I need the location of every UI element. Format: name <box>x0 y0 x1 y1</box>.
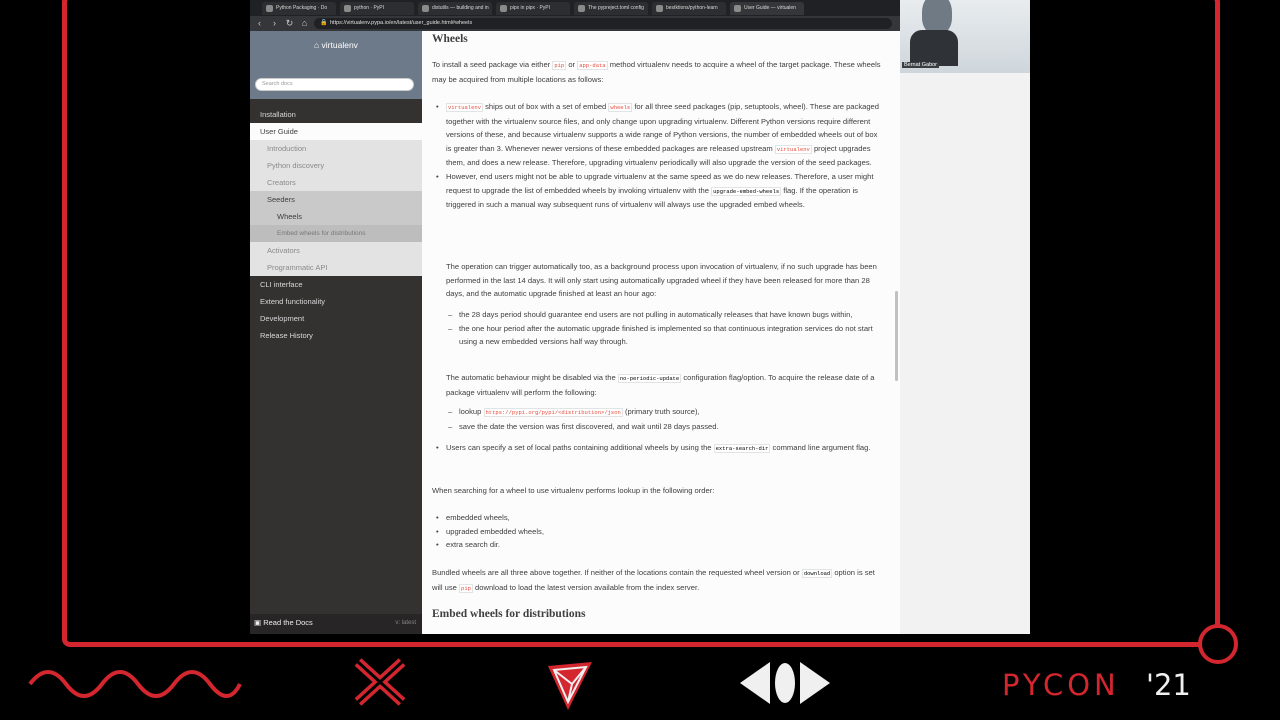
eye-logo-icon <box>740 662 830 704</box>
pycon-wordmark: PYCON <box>1002 668 1120 702</box>
list-item: the one hour period after the automatic … <box>446 322 876 349</box>
pycon-year: '21 <box>1146 668 1191 702</box>
sidebar-item-activators[interactable]: Activators <box>250 242 422 259</box>
lock-icon: 🔒 <box>320 20 328 26</box>
speaker-body <box>910 30 958 66</box>
browser-tab[interactable]: python · PyPI <box>340 1 414 15</box>
sidebar-item-introduction[interactable]: Introduction <box>250 140 422 157</box>
read-the-docs-button[interactable]: ▣ Read the Docs v: latest <box>250 614 422 634</box>
sidebar-item-extend-functionality[interactable]: Extend functionality <box>250 293 422 310</box>
list-item: Users can specify a set of local paths c… <box>436 441 882 456</box>
docs-sidebar: ⌂ virtualenv Search docs Installation Use… <box>250 31 422 634</box>
browser-tab-active[interactable]: User Guide — virtualen <box>730 1 804 15</box>
code-pip: pip <box>552 61 567 70</box>
auto-upgrade-reasons: the 28 days period should guarantee end … <box>446 308 876 349</box>
sidebar-item-user-guide[interactable]: User Guide <box>250 123 422 140</box>
browser-tab-bar: Python Packaging · Do python · PyPI dist… <box>250 0 900 16</box>
list-item: lookup https://pypi.org/pypi/<distributi… <box>446 405 876 420</box>
sidebar-item-python-discovery[interactable]: Python discovery <box>250 157 422 174</box>
list-item: However, end users might not be able to … <box>436 170 882 212</box>
speaker-webcam: Bernat Gabor <box>900 0 1030 73</box>
browser-tab[interactable]: The pypreject.toml config <box>574 1 648 15</box>
scrollbar-thumb[interactable] <box>895 291 898 381</box>
code-app-data: app-data <box>577 61 608 70</box>
browser-tab[interactable]: distutils — building and in <box>418 1 492 15</box>
intro-paragraph: To install a seed package via either pip… <box>432 60 881 84</box>
browser-window: Python Packaging · Do python · PyPI dist… <box>250 0 900 634</box>
search-order-paragraph: When searching for a wheel to use virtua… <box>432 486 715 495</box>
version-selector[interactable]: v: latest <box>395 614 416 632</box>
main-content: Wheels To install a seed package via eit… <box>422 31 900 634</box>
read-the-docs-label: Read the Docs <box>263 618 313 627</box>
section-heading-wheels: Wheels <box>432 33 468 45</box>
url-text: https://virtualenv.pypa.io/en/latest/use… <box>330 20 473 26</box>
list-item: virtualenv ships out of box with a set o… <box>436 100 882 170</box>
sidebar-header: ⌂ virtualenv Search docs <box>250 31 422 99</box>
sidebar-item-creators[interactable]: Creators <box>250 174 422 191</box>
auto-upgrade-paragraph: The operation can trigger automatically … <box>446 262 877 299</box>
sidebar-item-release-history[interactable]: Release History <box>250 327 422 344</box>
search-input[interactable]: Search docs <box>255 78 414 91</box>
list-item: embedded wheels, <box>436 511 882 525</box>
sidebar-item-cli-interface[interactable]: CLI interface <box>250 276 422 293</box>
sidebar-item-development[interactable]: Development <box>250 310 422 327</box>
list-item: the 28 days period should guarantee end … <box>446 308 876 322</box>
site-title[interactable]: ⌂ virtualenv <box>250 40 422 50</box>
sidebar-item-programmatic-api[interactable]: Programmatic API <box>250 259 422 276</box>
extra-paths-list: Users can specify a set of local paths c… <box>436 441 882 456</box>
list-item: upgraded embedded wheels, <box>436 525 882 539</box>
search-order-list: embedded wheels, upgraded embedded wheel… <box>436 511 882 552</box>
frame-ring-ornament <box>1198 624 1238 664</box>
browser-tab[interactable]: pipx in pipx · PyPI <box>496 1 570 15</box>
side-panel <box>900 73 1030 634</box>
list-item: save the date the version was first disc… <box>446 420 876 434</box>
url-field[interactable]: 🔒 https://virtualenv.pypa.io/en/latest/u… <box>314 18 892 29</box>
wheel-sources-list: virtualenv ships out of box with a set o… <box>436 100 882 212</box>
address-bar: ‹ › ↻ ⌂ 🔒 https://virtualenv.pypa.io/en/… <box>250 16 900 31</box>
bundled-paragraph: Bundled wheels are all three above toget… <box>432 568 875 593</box>
sidebar-item-embed-wheels-for-distributions[interactable]: Embed wheels for distributions <box>250 225 422 242</box>
book-icon: ▣ <box>254 618 262 627</box>
sidebar-item-seeders[interactable]: Seeders <box>250 191 422 208</box>
reload-icon[interactable]: ↻ <box>284 17 295 30</box>
release-date-steps: lookup https://pypi.org/pypi/<distributi… <box>446 405 876 433</box>
list-item: extra search dir. <box>436 538 882 552</box>
wave-logo-icon <box>28 670 242 698</box>
triangle-logo-icon <box>548 662 592 710</box>
sidebar-nav: Installation User Guide Introduction Python… <box>250 106 422 344</box>
sidebar-item-wheels[interactable]: Wheels <box>250 208 422 225</box>
section-heading-embed: Embed wheels for distributions <box>432 608 586 620</box>
browser-tab[interactable]: bestktions/python-learn <box>652 1 726 15</box>
cross-logo-icon <box>354 658 406 706</box>
home-icon[interactable]: ⌂ <box>299 17 310 30</box>
back-icon[interactable]: ‹ <box>254 17 265 30</box>
sidebar-item-installation[interactable]: Installation <box>250 106 422 123</box>
browser-tab[interactable]: Python Packaging · Do <box>262 1 336 15</box>
forward-icon[interactable]: › <box>269 17 280 30</box>
speaker-head <box>922 0 952 34</box>
disable-paragraph: The automatic behaviour might be disable… <box>446 373 875 397</box>
speaker-name: Bernat Gabor <box>902 62 940 68</box>
